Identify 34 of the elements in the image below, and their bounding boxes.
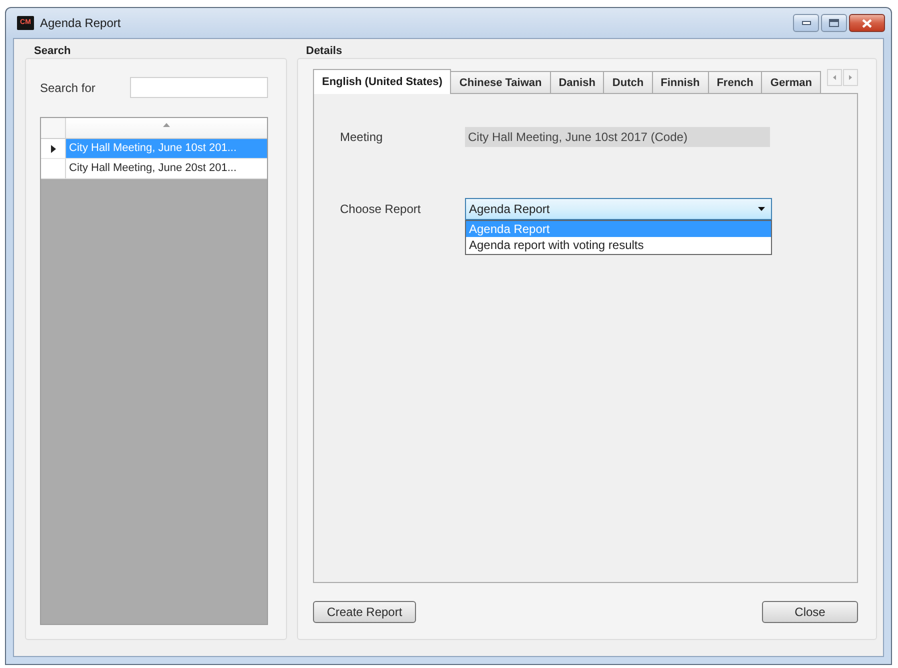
- meeting-field: City Hall Meeting, June 10st 2017 (Code): [465, 127, 770, 147]
- close-icon: [862, 18, 872, 28]
- dropdown-option[interactable]: Agenda report with voting results: [466, 237, 771, 253]
- tab[interactable]: Danish: [550, 71, 604, 93]
- search-field[interactable]: [130, 77, 268, 98]
- tab[interactable]: French: [708, 71, 762, 93]
- maximize-icon: [829, 19, 839, 27]
- field-label: Search for: [40, 80, 96, 94]
- section-heading: Search: [33, 45, 71, 58]
- tab[interactable]: Finnish: [652, 71, 709, 93]
- table-header[interactable]: [41, 118, 267, 139]
- right-arrow-icon: [849, 75, 852, 80]
- tab[interactable]: German: [761, 71, 821, 93]
- create-report-button[interactable]: Create Report: [313, 601, 416, 623]
- caret-icon: [758, 207, 765, 211]
- maximize-button[interactable]: [821, 14, 847, 32]
- scroll-right-button[interactable]: [843, 69, 858, 86]
- window-close-button[interactable]: [849, 14, 885, 32]
- sort-arrow-icon: [163, 123, 170, 127]
- scroll-left-button[interactable]: [827, 69, 842, 86]
- field-label: Choose Report: [340, 202, 422, 216]
- table-cell[interactable]: City Hall Meeting, June 20st 201...: [66, 159, 267, 179]
- minimize-button[interactable]: [793, 14, 819, 32]
- minimize-icon: [802, 21, 810, 25]
- left-arrow-icon: [833, 75, 836, 80]
- section-heading: Details: [305, 45, 342, 58]
- field-label: Meeting: [340, 130, 384, 144]
- window-title: Agenda Report: [40, 16, 122, 30]
- tab[interactable]: English (United States): [313, 69, 452, 94]
- tab[interactable]: Chinese Taiwan: [450, 71, 551, 93]
- row-pointer-icon: [50, 144, 56, 152]
- report-dropdown[interactable]: Agenda Report: [465, 198, 772, 220]
- tab[interactable]: Dutch: [603, 71, 653, 93]
- close-button[interactable]: Close: [762, 601, 858, 623]
